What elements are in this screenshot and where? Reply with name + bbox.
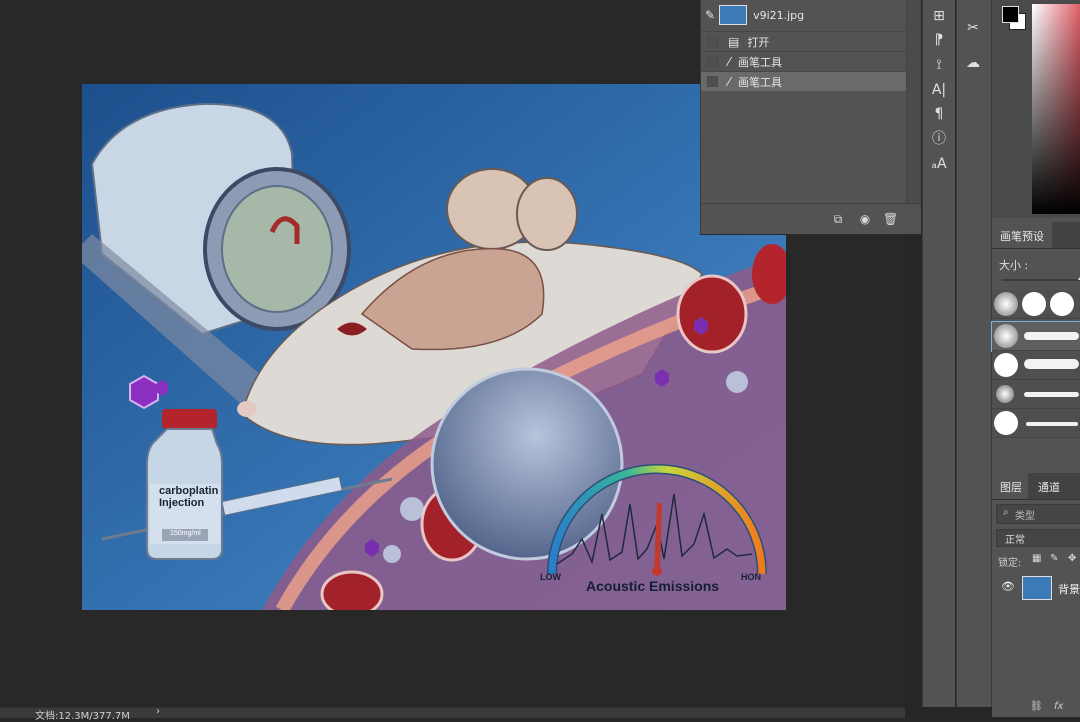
layers-footer: ⛓ fx [992, 700, 1080, 717]
vial-dose-label: 150mg/ml [170, 530, 201, 537]
paragraph-icon[interactable]: ¶ [929, 104, 949, 124]
tools-icon[interactable]: ✂ [963, 18, 983, 38]
document-size-info[interactable]: 文档:12.3M/377.7M [35, 707, 130, 722]
soft-round-brush-icon [996, 385, 1014, 403]
layer-name: 背景 [1058, 583, 1080, 596]
brush-size-slider[interactable] [1002, 274, 1080, 281]
tab-label: 画笔预设 [1000, 230, 1044, 243]
brush-preset-list [991, 290, 1080, 450]
history-snapshot[interactable]: ✎ v9i21.jpg [701, 0, 907, 30]
camera-icon[interactable]: ◉ [858, 212, 872, 226]
gauge-title: Acoustic Emissions [586, 578, 720, 594]
link-icon[interactable]: ⛓ [1030, 701, 1043, 712]
hexagon-large [129, 374, 159, 410]
soft-round-brush-icon [994, 324, 1018, 348]
panel-icon-strip-1: ⊞ ⁋ ⟟ A| ¶ ⓘ ₐA [922, 0, 955, 707]
vial-label-line2: Injection [159, 497, 205, 509]
character-panel-icon[interactable]: A| [929, 80, 949, 100]
history-item-label: 画笔工具 [738, 75, 783, 89]
color-picker-field[interactable] [1032, 4, 1080, 214]
brush-icon: ⁄ [728, 74, 731, 89]
vial-label-line1: carboplatin [159, 485, 219, 497]
right-panel-column: 画笔预设 大小 : 图层 通道 ⌕ 类型 正常 锁定: ▦ ✎ ✥ 👁 背景 ⛓… [991, 0, 1080, 717]
hard-round-brush-icon [1022, 292, 1046, 316]
tab-label: 图层 [1000, 481, 1022, 494]
layers-tabbar: 图层 通道 [992, 473, 1080, 500]
history-brush-source-icon[interactable]: ✎ [705, 8, 715, 22]
lock-move-icon[interactable]: ✥ [1068, 553, 1076, 564]
layer-filter-search[interactable]: ⌕ 类型 [996, 504, 1080, 524]
color-panel [992, 0, 1080, 218]
info-icon[interactable]: ⓘ [929, 129, 949, 149]
glyphs-icon[interactable]: ₐA [929, 154, 949, 174]
history-panel-icon[interactable]: ⊞ [929, 6, 949, 26]
gauge-low-label: LOW [540, 572, 561, 582]
eye-icon[interactable]: 👁 [1001, 580, 1015, 593]
history-item-label: 画笔工具 [738, 55, 783, 69]
document-artwork[interactable]: carboplatin Injection 150mg/ml LOW HON A… [82, 84, 786, 610]
soft-round-brush-icon [994, 292, 1018, 316]
hard-round-brush-icon [1050, 292, 1074, 316]
brush-presets-tabbar: 画笔预设 [992, 222, 1080, 249]
hard-round-brush-icon [994, 353, 1018, 377]
snapshot-name: v9i21.jpg [753, 8, 805, 22]
brush-icon: ⁄ [728, 54, 731, 69]
history-footer: ⧉ ◉ 🗑 [701, 203, 921, 234]
trash-icon[interactable]: 🗑 [883, 212, 898, 226]
history-checkbox[interactable] [707, 56, 718, 67]
status-menu-arrow[interactable]: › [156, 706, 160, 717]
new-document-from-state-icon[interactable]: ⧉ [831, 212, 845, 226]
creative-cloud-icon[interactable]: ☁ [963, 53, 983, 73]
panel-icon-strip-2: ✂ ☁ [956, 0, 991, 707]
foreground-color-swatch[interactable] [1002, 6, 1019, 23]
search-icon: ⌕ [1003, 507, 1009, 518]
brush-stroke-preview [1026, 422, 1078, 426]
brush-preset-row[interactable] [992, 380, 1080, 409]
tab-channels[interactable]: 通道 [1038, 479, 1060, 495]
brush-size-label: 大小 : [999, 259, 1029, 272]
brush-stroke-preview [1024, 332, 1079, 340]
tab-brush-presets[interactable]: 画笔预设 [992, 222, 1052, 248]
layer-row-background[interactable]: 👁 背景 [992, 572, 1080, 606]
brush-preset-row[interactable] [992, 290, 1080, 319]
lock-paint-icon[interactable]: ✎ [1050, 553, 1058, 564]
history-item-open[interactable]: ▤ 打开 [701, 31, 907, 51]
paragraph-style-icon[interactable]: ⁋ [929, 30, 949, 50]
history-item-brush-2[interactable]: ⁄ 画笔工具 [701, 71, 907, 91]
layer-filter-placeholder: 类型 [1015, 511, 1035, 522]
document-icon: ▤ [728, 34, 740, 49]
tab-layers[interactable]: 图层 [992, 473, 1028, 499]
blend-mode-value: 正常 [1005, 535, 1025, 546]
hard-round-brush-icon [994, 411, 1018, 435]
brush-preset-row-selected[interactable] [991, 321, 1080, 352]
history-panel: ✎ v9i21.jpg ▤ 打开 ⁄ 画笔工具 ⁄ 画笔工具 ⧉ ◉ 🗑 [700, 0, 921, 235]
brush-stroke-preview [1024, 392, 1079, 397]
usb-icon[interactable]: ⟟ [929, 55, 949, 75]
history-scrollbar[interactable] [906, 0, 921, 204]
lock-transparent-icon[interactable]: ▦ [1032, 553, 1041, 564]
lock-label: 锁定: [998, 558, 1022, 569]
brush-preset-row[interactable] [992, 351, 1080, 380]
history-item-label: 打开 [747, 35, 770, 49]
layer-thumbnail [1022, 576, 1052, 600]
history-checkbox[interactable] [707, 36, 718, 47]
history-item-brush-1[interactable]: ⁄ 画笔工具 [701, 51, 907, 71]
brush-stroke-preview [1024, 359, 1079, 369]
status-bar: 文档:12.3M/377.7M › [0, 706, 905, 722]
snapshot-thumbnail [719, 5, 748, 25]
brush-preset-row[interactable] [992, 409, 1080, 438]
blend-mode-select[interactable]: 正常 [996, 529, 1080, 547]
fx-icon[interactable]: fx [1054, 701, 1063, 712]
history-checkbox[interactable] [707, 76, 718, 87]
gauge-high-label: HON [741, 572, 761, 582]
